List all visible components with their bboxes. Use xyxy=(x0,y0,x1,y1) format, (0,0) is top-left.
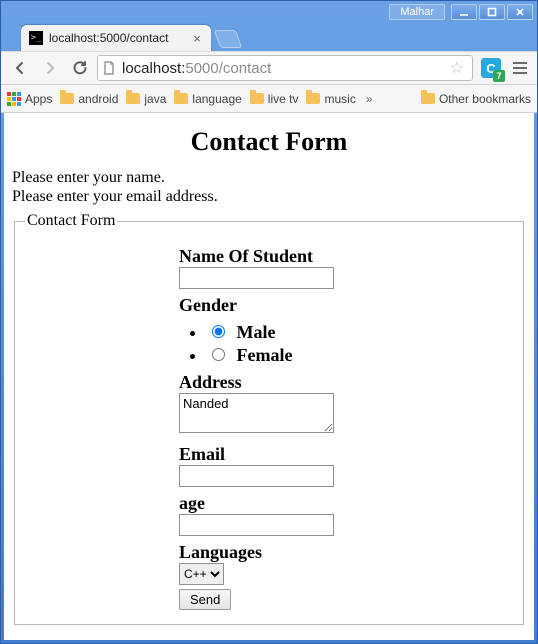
menu-button[interactable] xyxy=(509,62,531,74)
page-title: Contact Form xyxy=(12,127,526,157)
apps-button[interactable]: Apps xyxy=(7,92,52,106)
languages-select[interactable]: C++ xyxy=(179,563,224,585)
gender-option-male: Male xyxy=(207,322,359,343)
bookmark-folder[interactable]: live tv xyxy=(250,92,299,106)
address-path: 5000/contact xyxy=(185,60,271,77)
folder-icon xyxy=(421,93,435,104)
window-controls xyxy=(451,4,533,20)
form-body: Name Of Student Gender Male Female Addre… xyxy=(179,246,359,610)
email-label: Email xyxy=(179,444,359,465)
bookmark-folder[interactable]: java xyxy=(126,92,166,106)
tab-strip: >_ localhost:5000/contact × xyxy=(1,23,537,51)
bookmark-folder[interactable]: language xyxy=(174,92,241,106)
minimize-button[interactable] xyxy=(451,4,477,20)
other-bookmarks-button[interactable]: Other bookmarks xyxy=(421,92,531,106)
address-bar[interactable]: localhost:5000/contact ☆ xyxy=(97,55,473,81)
page-icon xyxy=(102,61,116,75)
age-input[interactable] xyxy=(179,514,334,536)
address-text: localhost:5000/contact xyxy=(122,60,446,77)
new-tab-button[interactable] xyxy=(214,30,243,48)
extension-badge: 7 xyxy=(493,70,505,82)
name-input[interactable] xyxy=(179,267,334,289)
bookmarks-bar: Apps android java language live tv music… xyxy=(1,85,537,113)
validation-message: Please enter your name. xyxy=(12,169,526,187)
bookmark-overflow-button[interactable]: » xyxy=(364,92,375,106)
bookmark-label: android xyxy=(78,92,118,106)
name-label: Name Of Student xyxy=(179,246,359,267)
forward-button[interactable] xyxy=(37,55,63,81)
apps-icon xyxy=(7,92,21,106)
browser-window: Malhar >_ localhost:5000/contact × xyxy=(0,0,538,644)
maximize-button[interactable] xyxy=(479,4,505,20)
gender-options: Male Female xyxy=(179,322,359,366)
gender-radio-female[interactable] xyxy=(212,348,225,361)
gender-option-female: Female xyxy=(207,345,359,366)
apps-label: Apps xyxy=(25,92,52,106)
gender-male-label: Male xyxy=(237,322,276,342)
browser-tab[interactable]: >_ localhost:5000/contact × xyxy=(21,25,211,51)
bookmark-label: music xyxy=(324,92,355,106)
window-titlebar: Malhar xyxy=(1,1,537,23)
browser-toolbar: localhost:5000/contact ☆ C 7 xyxy=(1,51,537,85)
bookmark-star-icon[interactable]: ☆ xyxy=(446,58,468,78)
address-host: localhost: xyxy=(122,60,185,77)
reload-button[interactable] xyxy=(67,55,93,81)
email-input[interactable] xyxy=(179,465,334,487)
bookmark-folder[interactable]: android xyxy=(60,92,118,106)
folder-icon xyxy=(250,93,264,104)
languages-label: Languages xyxy=(179,542,359,563)
back-button[interactable] xyxy=(7,55,33,81)
folder-icon xyxy=(306,93,320,104)
tab-favicon: >_ xyxy=(29,31,43,45)
other-bookmarks-label: Other bookmarks xyxy=(439,92,531,106)
profile-button[interactable]: Malhar xyxy=(389,4,445,20)
fieldset-legend: Contact Form xyxy=(25,212,117,230)
bookmark-label: live tv xyxy=(268,92,299,106)
folder-icon xyxy=(126,93,140,104)
address-textarea[interactable]: Nanded xyxy=(179,393,334,433)
bookmark-label: java xyxy=(144,92,166,106)
page-content: Contact Form Please enter your name. Ple… xyxy=(4,113,534,640)
bookmark-label: language xyxy=(192,92,241,106)
address-label: Address xyxy=(179,372,359,393)
close-button[interactable] xyxy=(507,4,533,20)
extension-button[interactable]: C 7 xyxy=(481,58,501,78)
validation-message: Please enter your email address. xyxy=(12,188,526,206)
gender-label: Gender xyxy=(179,295,359,316)
folder-icon xyxy=(60,93,74,104)
bookmark-folder[interactable]: music xyxy=(306,92,355,106)
gender-female-label: Female xyxy=(237,345,293,365)
age-label: age xyxy=(179,493,359,514)
gender-radio-male[interactable] xyxy=(212,325,225,338)
tab-title: localhost:5000/contact xyxy=(49,31,191,45)
send-button[interactable]: Send xyxy=(179,589,231,610)
folder-icon xyxy=(174,93,188,104)
contact-fieldset: Contact Form Name Of Student Gender Male… xyxy=(14,212,524,625)
tab-close-icon[interactable]: × xyxy=(191,31,203,46)
